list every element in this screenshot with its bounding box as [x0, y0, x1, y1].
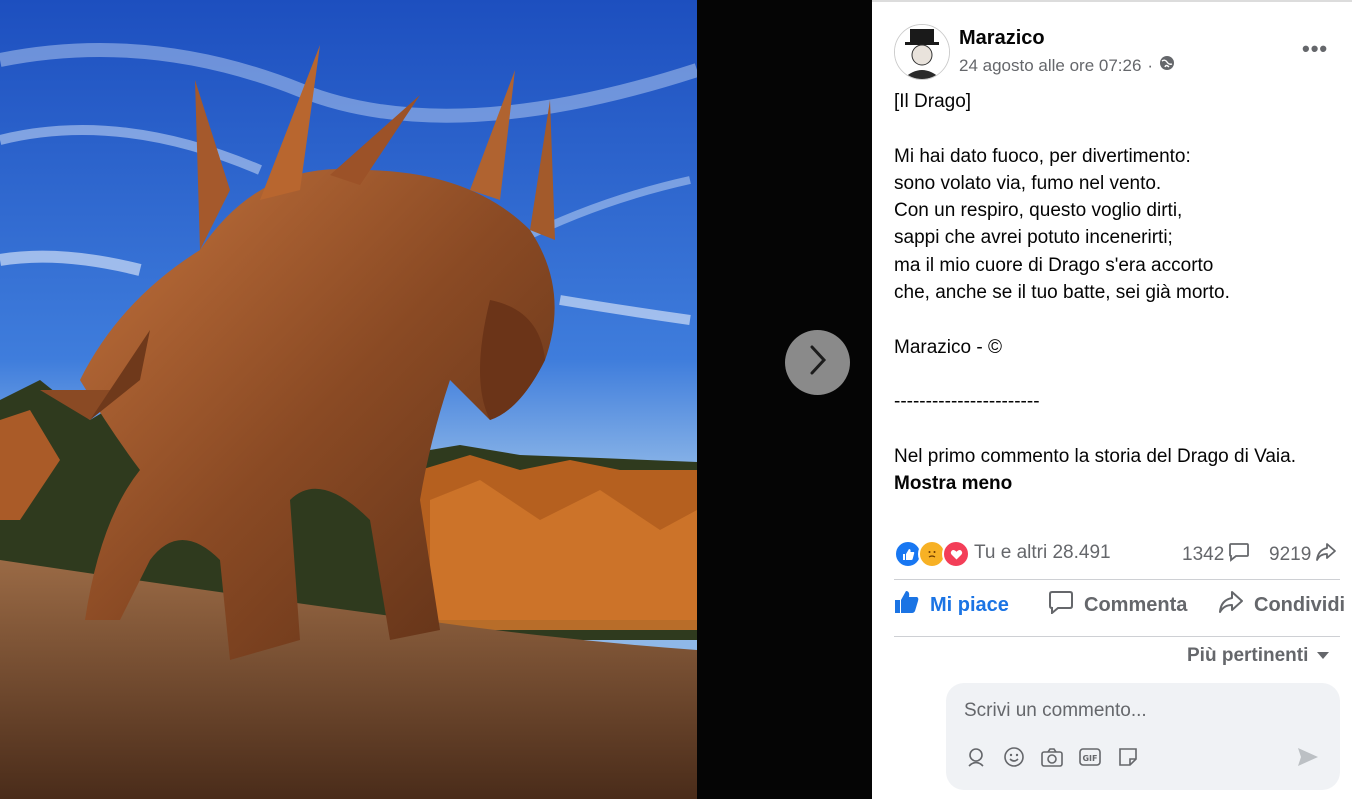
- share-label: Condividi: [1254, 593, 1346, 616]
- globe-icon: [1159, 55, 1175, 76]
- post-line: ma il mio cuore di Drago s'era accorto: [894, 254, 1214, 276]
- svg-text:GIF: GIF: [1082, 754, 1097, 763]
- post-panel: Marazico 24 agosto alle ore 07:26 · ••• …: [872, 0, 1352, 799]
- post-line: Nel primo commento la storia del Drago d…: [894, 445, 1296, 467]
- comment-button[interactable]: Commenta: [1048, 590, 1187, 620]
- share-icon: [1315, 542, 1337, 568]
- reaction-icons[interactable]: [894, 540, 970, 568]
- post-date[interactable]: 24 agosto alle ore 07:26: [959, 56, 1141, 76]
- more-horizontal-icon[interactable]: •••: [1302, 36, 1328, 62]
- sticker-icon[interactable]: [1116, 745, 1140, 769]
- comment-sort-dropdown[interactable]: Più pertinenti: [1187, 645, 1330, 667]
- comments-count-value: 1342: [1182, 544, 1225, 565]
- comment-label: Commenta: [1084, 593, 1188, 616]
- post-photo: [0, 0, 697, 799]
- post-actions: Mi piace Commenta Condividi: [894, 590, 1352, 628]
- chevron-right-icon: [807, 343, 829, 382]
- next-photo-button[interactable]: [785, 330, 850, 395]
- post-line: Mi hai dato fuoco, per divertimento:: [894, 145, 1191, 167]
- emoji-icon[interactable]: [1002, 745, 1026, 769]
- post-line: Con un respiro, questo voglio dirti,: [894, 200, 1183, 222]
- share-button[interactable]: Condividi: [1218, 590, 1345, 620]
- author-avatar[interactable]: [894, 24, 950, 80]
- meta-separator: ·: [1147, 55, 1154, 75]
- thumbs-up-icon: [894, 590, 920, 620]
- caret-down-icon: [1316, 645, 1330, 667]
- reaction-stats: Tu e altri 28.491 1342 9219: [894, 538, 1344, 568]
- author-name[interactable]: Marazico: [959, 27, 1045, 50]
- post-line: sappi che avrei potuto incenerirti;: [894, 227, 1173, 249]
- share-icon: [1218, 590, 1244, 620]
- post-line: che, anche se il tuo batte, sei già mort…: [894, 282, 1230, 304]
- viewer-gutter: [697, 0, 872, 799]
- post-line: -----------------------: [894, 391, 1040, 413]
- post-text: [Il Drago] Mi hai dato fuoco, per divert…: [894, 88, 1344, 497]
- post-line: [894, 416, 1344, 443]
- like-label: Mi piace: [930, 593, 1009, 616]
- camera-icon[interactable]: [1040, 745, 1064, 769]
- post-line: [Il Drago]: [894, 91, 972, 112]
- comment-icon: [1048, 590, 1074, 620]
- sort-label: Più pertinenti: [1187, 645, 1309, 666]
- comment-composer: GIF: [946, 683, 1340, 790]
- comments-count[interactable]: 1342: [1182, 542, 1250, 568]
- post-line: sono volato via, fumo nel vento.: [894, 172, 1162, 194]
- send-icon[interactable]: [1296, 745, 1322, 771]
- post-line: [894, 306, 1344, 333]
- post-line: [894, 115, 1344, 142]
- avatar-sticker-icon[interactable]: [964, 745, 988, 769]
- actions-divider: [894, 636, 1340, 637]
- post-line: [894, 361, 1344, 388]
- shares-count[interactable]: 9219: [1269, 542, 1337, 568]
- shares-count-value: 9219: [1269, 544, 1312, 565]
- panel-top-border: [872, 0, 1352, 2]
- love-reaction-icon: [942, 540, 970, 568]
- composer-tools: GIF: [964, 745, 1140, 769]
- like-button[interactable]: Mi piace: [894, 590, 1009, 620]
- see-less-link[interactable]: Mostra meno: [894, 470, 1344, 497]
- reactions-count[interactable]: Tu e altri 28.491: [974, 542, 1111, 564]
- post-meta: 24 agosto alle ore 07:26 ·: [959, 55, 1175, 76]
- post-line: Marazico - ©: [894, 336, 1002, 358]
- comment-icon: [1228, 542, 1250, 568]
- stats-divider: [894, 579, 1340, 580]
- gif-icon[interactable]: GIF: [1078, 745, 1102, 769]
- comment-input[interactable]: [962, 695, 1326, 727]
